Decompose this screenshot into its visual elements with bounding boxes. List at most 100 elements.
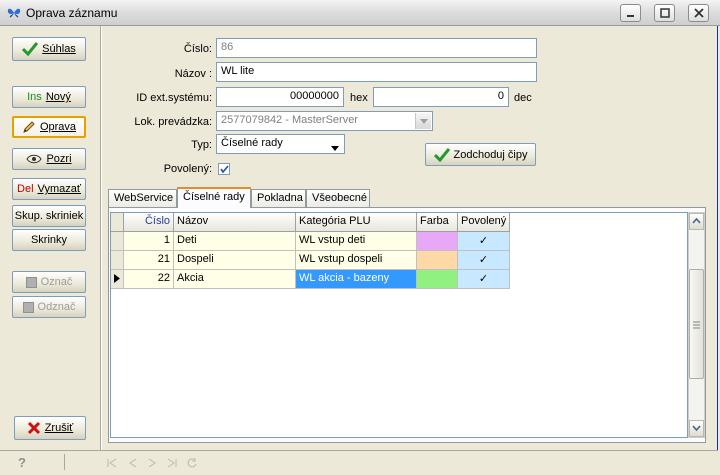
cell-povoleny[interactable]: ✓: [458, 251, 510, 270]
nazov-label: Názov :: [174, 68, 212, 80]
cell-nazov[interactable]: Dospeli: [174, 251, 296, 270]
povoleny-label: Povolený:: [163, 163, 212, 175]
povoleny-checkbox[interactable]: [218, 163, 230, 175]
minimize-button[interactable]: [620, 4, 641, 22]
hex-label: hex: [350, 92, 368, 104]
skrinky-label: Skrinky: [30, 234, 68, 246]
svg-text:?: ?: [18, 455, 26, 469]
window-title: Oprava záznamu: [26, 6, 118, 20]
prevadzka-select[interactable]: 2577079842 - MasterServer: [216, 111, 433, 131]
oprava-button[interactable]: Oprava: [12, 116, 86, 138]
refresh-icon[interactable]: [186, 457, 198, 469]
close-icon: [694, 8, 704, 18]
cell-cislo[interactable]: 21: [124, 251, 174, 270]
header-cislo[interactable]: Číslo: [124, 213, 174, 232]
next-record-icon[interactable]: [146, 457, 158, 469]
help-icon[interactable]: ?: [16, 455, 30, 469]
header-kategoria[interactable]: Kategória PLU: [296, 213, 417, 232]
scroll-thumb[interactable]: [689, 269, 704, 379]
left-panel: Súhlas Ins Nový Oprava Pozri Del Vymazať…: [0, 26, 100, 450]
pozri-label: Pozri: [46, 153, 72, 165]
typ-select[interactable]: Číselné rady: [216, 134, 345, 154]
title-bar[interactable]: Oprava záznamu: [0, 0, 720, 26]
butterfly-icon: [7, 8, 21, 18]
maximize-icon: [660, 8, 670, 18]
status-bar: ?: [0, 450, 718, 473]
skrinky-button[interactable]: Skrinky: [12, 229, 86, 251]
chevron-up-icon: [692, 217, 701, 224]
prev-record-icon[interactable]: [126, 457, 138, 469]
vymazat-button[interactable]: Del Vymazať: [12, 178, 86, 200]
cell-farba[interactable]: [417, 251, 458, 270]
cislo-field[interactable]: 86: [216, 38, 537, 58]
scroll-down-button[interactable]: [689, 420, 704, 437]
cell-farba[interactable]: [417, 270, 458, 289]
cell-cislo[interactable]: 22: [124, 270, 174, 289]
skup-skriniek-label: Skup. skriniek: [14, 210, 84, 222]
minimize-icon: [627, 15, 634, 17]
prevadzka-dropdown-button[interactable]: [415, 113, 431, 129]
typ-dropdown-button[interactable]: [331, 142, 339, 153]
zrusit-button[interactable]: Zrušiť: [14, 416, 86, 440]
last-record-icon[interactable]: [166, 457, 178, 469]
pozri-button[interactable]: Pozri: [12, 148, 86, 170]
suhlas-label: Súhlas: [42, 43, 76, 55]
cell-povoleny[interactable]: ✓: [458, 270, 510, 289]
scroll-up-button[interactable]: [689, 213, 704, 230]
novy-button[interactable]: Ins Nový: [12, 86, 86, 108]
oznac-button[interactable]: Označ: [12, 271, 86, 293]
tab-webservice[interactable]: WebService: [108, 189, 177, 207]
skup-skriniek-button[interactable]: Skup. skriniek: [12, 205, 86, 227]
current-row-arrow-icon: [114, 274, 120, 283]
cell-nazov[interactable]: Akcia: [174, 270, 296, 289]
header-nazov[interactable]: Názov: [174, 213, 296, 232]
cell-farba[interactable]: [417, 232, 458, 251]
close-button[interactable]: [688, 4, 709, 22]
cell-cislo[interactable]: 1: [124, 232, 174, 251]
id-hex-field[interactable]: 00000000: [216, 87, 344, 107]
ciselne-rady-grid[interactable]: Číslo Názov Kategória PLU Farba Povolený…: [110, 212, 688, 438]
pencil-icon: [23, 121, 35, 133]
row-indicator: [111, 232, 124, 251]
cell-nazov[interactable]: Deti: [174, 232, 296, 251]
row-indicator-header: [111, 213, 124, 232]
vymazat-shortcut: Del: [17, 183, 34, 195]
cell-povoleny[interactable]: ✓: [458, 232, 510, 251]
tab-pokladna[interactable]: Pokladna: [251, 189, 306, 207]
typ-value: Číselné rady: [221, 137, 283, 149]
oprava-label: Oprava: [39, 121, 77, 133]
checkmark-icon: [22, 42, 39, 56]
grip-icon: [693, 321, 700, 329]
odznac-label: Odznač: [37, 301, 76, 313]
checkmark-icon: [220, 165, 229, 174]
prevadzka-value: 2577079842 - MasterServer: [221, 114, 358, 126]
square-icon: [25, 276, 37, 288]
tab-vseobecne[interactable]: Všeobecné: [306, 189, 370, 207]
row-indicator: [111, 270, 124, 289]
first-record-icon[interactable]: [106, 457, 118, 469]
typ-label: Typ:: [191, 139, 212, 151]
novy-shortcut: Ins: [27, 91, 42, 103]
eye-icon: [26, 154, 43, 164]
prevadzka-label: Lok. prevádzka:: [134, 116, 212, 128]
maximize-button[interactable]: [654, 4, 675, 22]
id-dec-field[interactable]: 0: [373, 87, 509, 107]
tab-ciselne-rady[interactable]: Číselné rady: [177, 187, 251, 208]
grid-vertical-scrollbar[interactable]: [688, 212, 705, 438]
chevron-down-icon: [331, 146, 339, 151]
cell-kategoria[interactable]: WL vstup dospeli: [296, 251, 417, 270]
zodchoduj-cipy-button[interactable]: Zodchoduj čipy: [425, 143, 536, 166]
header-farba[interactable]: Farba: [417, 213, 458, 232]
status-separator: [64, 454, 95, 470]
nazov-field[interactable]: WL lite: [216, 62, 537, 82]
chevron-down-icon: [420, 119, 428, 124]
suhlas-button[interactable]: Súhlas: [12, 37, 86, 61]
cell-kategoria[interactable]: WL vstup deti: [296, 232, 417, 251]
header-povoleny[interactable]: Povolený: [458, 213, 510, 232]
panel-separator: [100, 26, 102, 450]
cell-kategoria-selected[interactable]: WL akcia - bazeny: [296, 270, 417, 289]
odznac-button[interactable]: Odznač: [12, 296, 86, 318]
cislo-label: Číslo:: [183, 43, 212, 55]
id-ext-label: ID ext.systému:: [136, 92, 212, 104]
zrusit-label: Zrušiť: [44, 422, 74, 434]
